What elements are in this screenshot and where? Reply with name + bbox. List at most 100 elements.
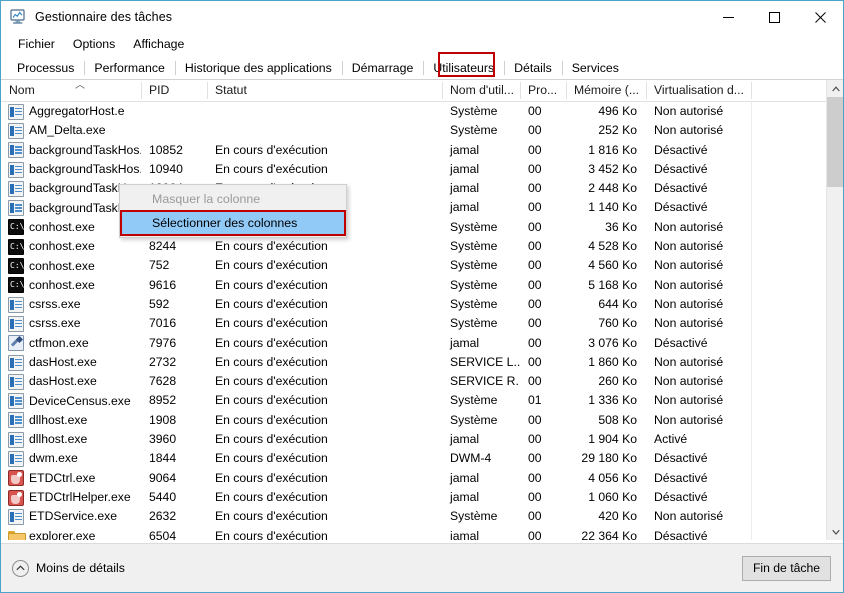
cell-statut: En cours d'exécution (207, 411, 442, 430)
cell-memoire: 36 Ko (566, 218, 646, 237)
table-row[interactable]: csrss.exe7016En cours d'exécutionSystème… (1, 314, 843, 333)
cell-virtualisation: Non autorisé (646, 256, 751, 275)
table-row[interactable]: ETDCtrl.exe9064En cours d'exécutionjamal… (1, 469, 843, 488)
cell-nom-utilisateur: jamal (442, 141, 520, 160)
cell-virtualisation: Désactivé (646, 488, 751, 507)
tab-services[interactable]: Services (562, 56, 629, 79)
context-menu-item-selectionner-des-colonnes[interactable]: Sélectionner des colonnes (120, 211, 346, 235)
process-list[interactable]: AggregatorHost.eSystème00496 KoNon autor… (1, 102, 843, 540)
cell-nom-utilisateur: Système (442, 218, 520, 237)
process-name-label: dllhost.exe (29, 430, 87, 449)
tab-demarrage[interactable]: Démarrage (342, 56, 424, 79)
scrollbar-thumb[interactable] (827, 97, 844, 187)
process-name-label: dasHost.exe (29, 372, 97, 391)
details-pane: Nom ︿ PID Statut Nom d'util... Pro... Mé… (1, 80, 843, 540)
cell-nom-utilisateur: Système (442, 256, 520, 275)
cell-statut: En cours d'exécution (207, 353, 442, 372)
scroll-down-button[interactable] (827, 523, 844, 540)
cell-nom: backgroundTaskHos... (1, 160, 141, 179)
process-name-label: AM_Delta.exe (29, 121, 106, 140)
less-details-button[interactable]: Moins de détails (12, 560, 125, 577)
column-header-memoire[interactable]: Mémoire (... (566, 80, 646, 101)
cell-nom: ETDCtrlHelper.exe (1, 488, 141, 507)
cell-statut: En cours d'exécution (207, 295, 442, 314)
table-row[interactable]: AM_Delta.exeSystème00252 KoNon autorisé (1, 121, 843, 140)
cell-nom: dasHost.exe (1, 353, 141, 372)
table-row[interactable]: ETDCtrlHelper.exe5440En cours d'exécutio… (1, 488, 843, 507)
cell-pid: 8244 (141, 237, 207, 256)
table-row[interactable]: csrss.exe592En cours d'exécutionSystème0… (1, 295, 843, 314)
cell-pid: 6504 (141, 527, 207, 540)
close-button[interactable] (797, 1, 843, 33)
cell-nom-utilisateur: Système (442, 411, 520, 430)
cell-pid: 7628 (141, 372, 207, 391)
vertical-scrollbar[interactable] (826, 80, 843, 540)
column-header-nom-utilisateur[interactable]: Nom d'util... (442, 80, 520, 101)
cell-processeur: 00 (520, 276, 566, 295)
cell-statut: En cours d'exécution (207, 488, 442, 507)
console-icon (8, 258, 24, 274)
cell-pid: 9064 (141, 469, 207, 488)
column-header-processeur[interactable]: Pro... (520, 80, 566, 101)
column-header-pid[interactable]: PID (141, 80, 207, 101)
table-row[interactable]: dasHost.exe7628En cours d'exécutionSERVI… (1, 372, 843, 391)
process-name-label: ETDCtrl.exe (29, 469, 95, 488)
table-row[interactable]: dllhost.exe1908En cours d'exécutionSystè… (1, 411, 843, 430)
cell-processeur: 00 (520, 179, 566, 198)
maximize-button[interactable] (751, 1, 797, 33)
table-row[interactable]: conhost.exe752En cours d'exécutionSystèm… (1, 256, 843, 275)
table-row[interactable]: ETDService.exe2632En cours d'exécutionSy… (1, 507, 843, 526)
menu-fichier[interactable]: Fichier (9, 35, 64, 54)
cell-memoire: 1 140 Ko (566, 198, 646, 217)
table-row[interactable]: ctfmon.exe7976En cours d'exécutionjamal0… (1, 334, 843, 353)
table-row[interactable]: conhost.exe9616En cours d'exécutionSystè… (1, 276, 843, 295)
process-name-label: csrss.exe (29, 314, 80, 333)
cell-pid: 3960 (141, 430, 207, 449)
column-header-virtualisation[interactable]: Virtualisation d... (646, 80, 751, 101)
table-row[interactable]: conhost.exe8244En cours d'exécutionSystè… (1, 237, 843, 256)
scroll-up-button[interactable] (827, 80, 844, 97)
sort-ascending-icon: ︿ (75, 81, 85, 91)
cell-memoire: 260 Ko (566, 372, 646, 391)
column-header-nom[interactable]: Nom ︿ (1, 80, 141, 101)
task-manager-window: Gestionnaire des tâches Fichier Options … (0, 0, 844, 593)
column-header-statut[interactable]: Statut (207, 80, 442, 101)
cell-virtualisation: Non autorisé (646, 314, 751, 333)
table-row[interactable]: explorer.exe6504En cours d'exécutionjama… (1, 527, 843, 540)
menu-affichage[interactable]: Affichage (124, 35, 193, 54)
table-row[interactable]: backgroundTaskHos...10852En cours d'exéc… (1, 141, 843, 160)
cell-processeur: 00 (520, 218, 566, 237)
table-row[interactable]: dasHost.exe2732En cours d'exécutionSERVI… (1, 353, 843, 372)
menu-options[interactable]: Options (64, 35, 124, 54)
cell-nom-utilisateur: Système (442, 507, 520, 526)
generic-app-icon (8, 374, 24, 390)
less-details-label: Moins de détails (36, 561, 125, 575)
minimize-button[interactable] (705, 1, 751, 33)
tab-processus[interactable]: Processus (7, 56, 84, 79)
generic-app-icon (8, 104, 24, 120)
cell-pid: 7976 (141, 334, 207, 353)
table-row[interactable]: dllhost.exe3960En cours d'exécutionjamal… (1, 430, 843, 449)
cell-pid: 2632 (141, 507, 207, 526)
end-task-button[interactable]: Fin de tâche (742, 556, 831, 581)
cell-virtualisation: Désactivé (646, 198, 751, 217)
cell-memoire: 3 076 Ko (566, 334, 646, 353)
cell-statut (207, 121, 442, 140)
tab-details[interactable]: Détails (504, 56, 562, 79)
process-name-label: conhost.exe (29, 276, 95, 295)
cell-pid: 5440 (141, 488, 207, 507)
cell-pid: 2732 (141, 353, 207, 372)
generic-app-icon (8, 432, 24, 448)
column-context-menu[interactable]: Masquer la colonne Sélectionner des colo… (119, 184, 347, 238)
table-row[interactable]: backgroundTaskHos...10940En cours d'exéc… (1, 160, 843, 179)
table-row[interactable]: AggregatorHost.eSystème00496 KoNon autor… (1, 102, 843, 121)
process-name-label: DeviceCensus.exe (29, 392, 131, 411)
generic-app-icon (8, 123, 24, 139)
tab-historique-des-applications[interactable]: Historique des applications (175, 56, 342, 79)
tab-utilisateurs[interactable]: Utilisateurs (423, 56, 504, 79)
tab-performance[interactable]: Performance (84, 56, 174, 79)
cell-memoire: 4 528 Ko (566, 237, 646, 256)
process-name-label: dasHost.exe (29, 353, 97, 372)
table-row[interactable]: dwm.exe1844En cours d'exécutionDWM-40029… (1, 449, 843, 468)
table-row[interactable]: DeviceCensus.exe8952En cours d'exécution… (1, 391, 843, 410)
